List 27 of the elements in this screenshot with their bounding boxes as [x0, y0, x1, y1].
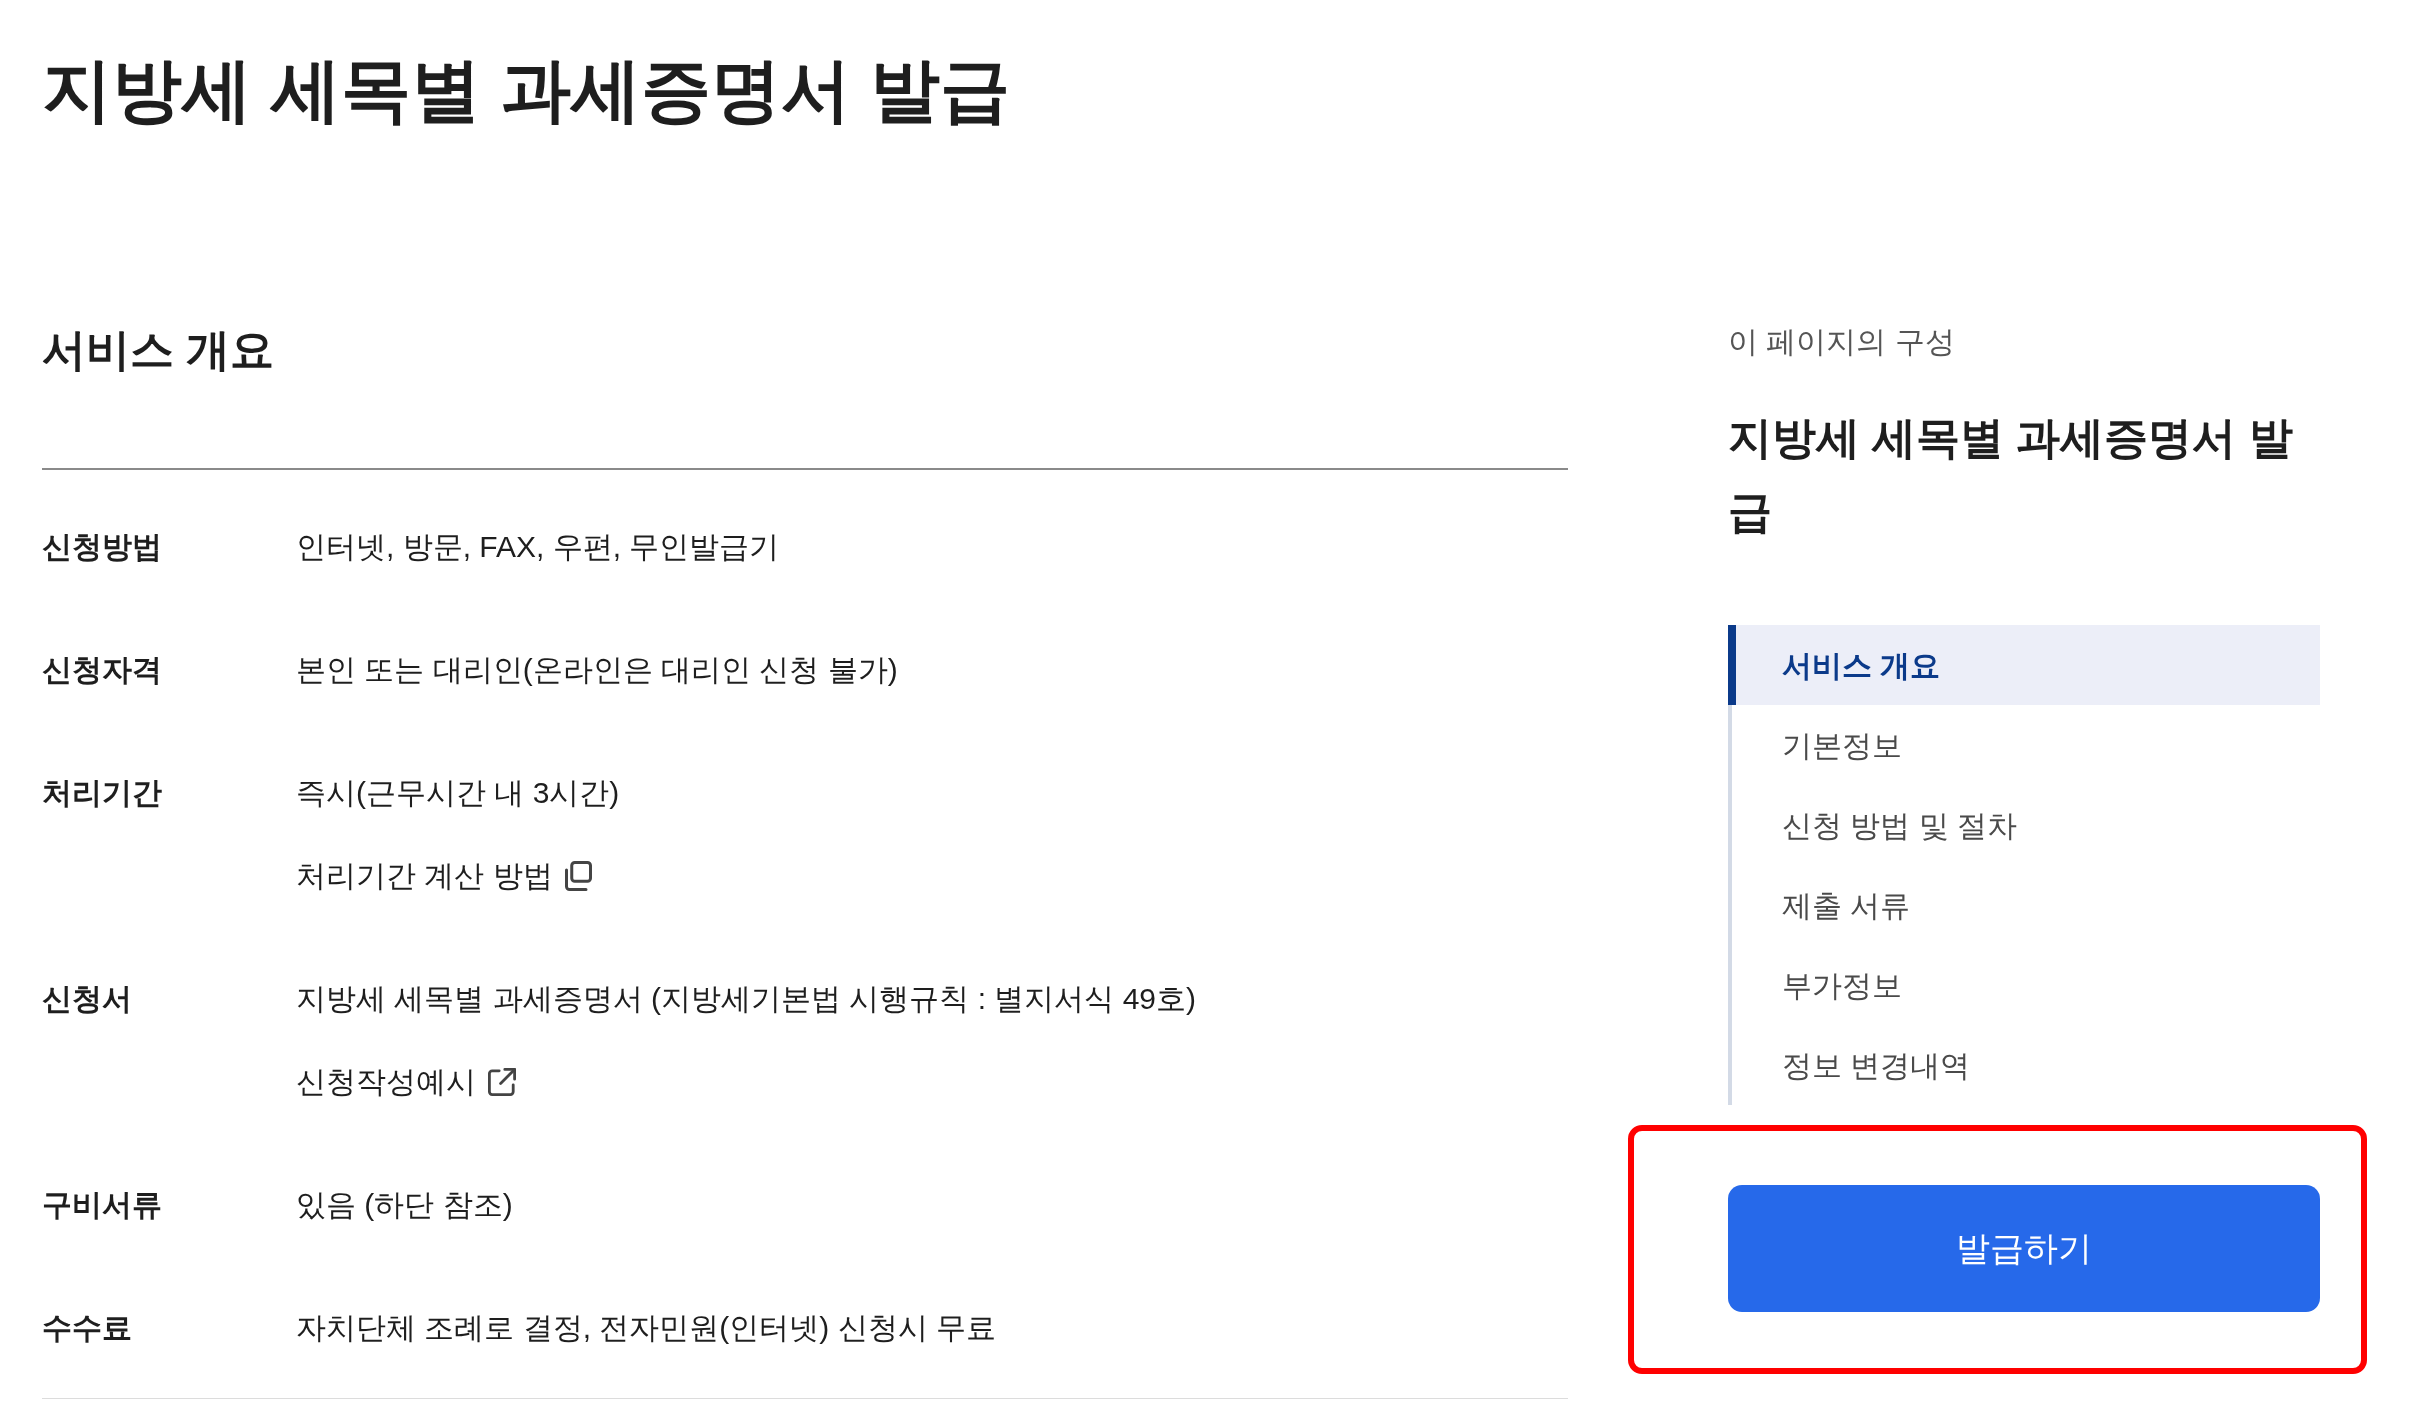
- row-value: 본인 또는 대리인(온라인은 대리인 신청 불가): [296, 652, 898, 688]
- row-label: 수수료: [42, 1310, 132, 1346]
- row-value: 자치단체 조례로 결정, 전자민원(인터넷) 신청시 무료: [296, 1310, 996, 1346]
- page-title: 지방세 세목별 과세증명서 발급: [42, 50, 1011, 131]
- toc-item[interactable]: 부가정보: [1728, 945, 2320, 1025]
- row-value: 즉시(근무시간 내 3시간): [296, 775, 620, 811]
- row-value: 지방세 세목별 과세증명서 (지방세기본법 시행규칙 : 별지서식 49호): [296, 981, 1197, 1017]
- external-link-icon: [488, 1068, 516, 1096]
- row-label: 신청방법: [42, 529, 162, 565]
- toc-title: 지방세 세목별 과세증명서 발급: [1728, 412, 2294, 538]
- section-heading: 서비스 개요: [42, 324, 275, 376]
- toc-caption: 이 페이지의 구성: [1728, 324, 1955, 360]
- toc-item[interactable]: 기본정보: [1728, 705, 2320, 785]
- external-link[interactable]: 신청작성예시: [296, 1060, 516, 1104]
- row-label: 신청자격: [42, 652, 162, 688]
- toc-item[interactable]: 서비스 개요: [1728, 625, 2320, 705]
- row-label: 구비서류: [42, 1187, 162, 1223]
- row-value: 있음 (하단 참조): [296, 1187, 513, 1223]
- toc-item[interactable]: 정보 변경내역: [1728, 1025, 2320, 1105]
- row-label: 신청서: [42, 981, 132, 1017]
- popup-link[interactable]: 처리기간 계산 방법: [296, 854, 592, 898]
- toc-item[interactable]: 제출 서류: [1728, 865, 2320, 945]
- row-label: 처리기간: [42, 775, 162, 811]
- issue-button[interactable]: 발급하기: [1728, 1185, 2320, 1312]
- toc-item[interactable]: 신청 방법 및 절차: [1728, 785, 2320, 865]
- row-value: 인터넷, 방문, FAX, 우편, 무인발급기: [296, 529, 780, 565]
- copy-icon: [564, 861, 592, 891]
